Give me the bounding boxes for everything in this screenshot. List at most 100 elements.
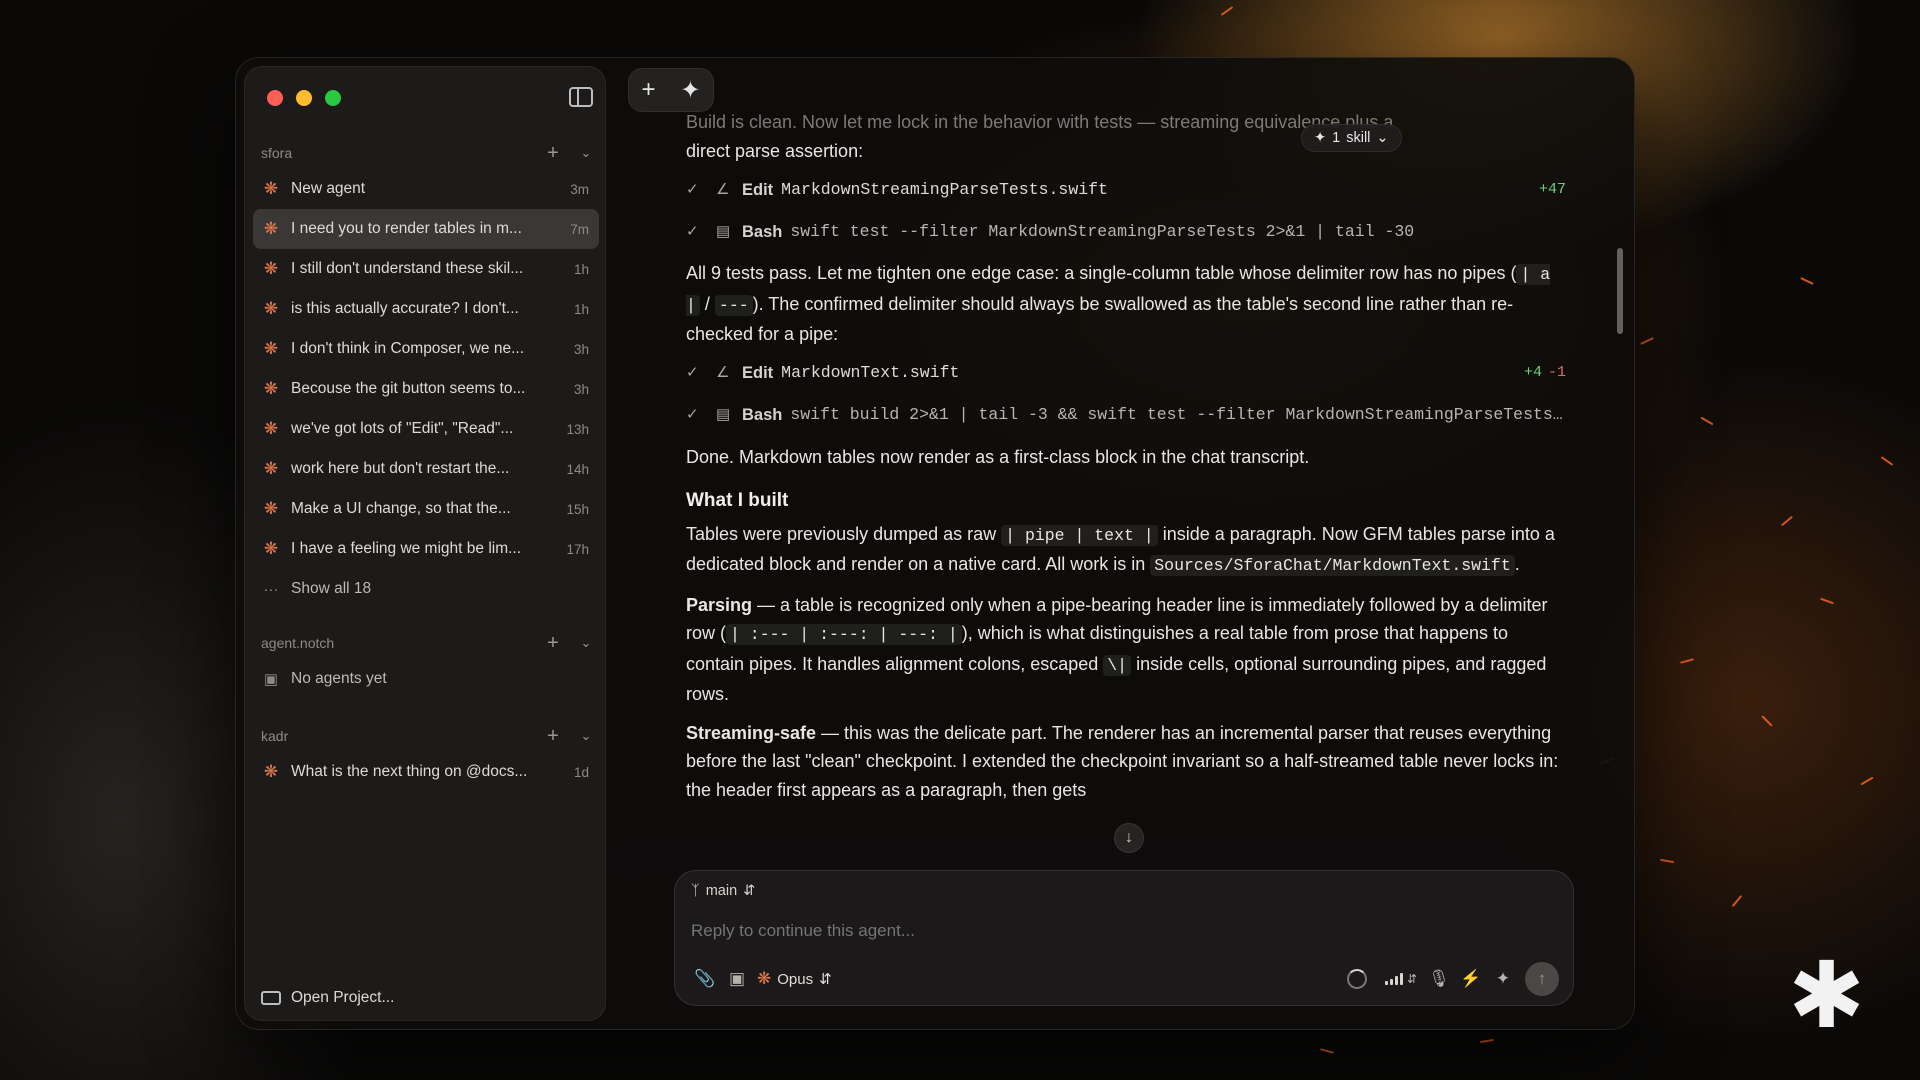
close-window-button[interactable] <box>267 90 283 106</box>
bold-label: Parsing <box>686 594 753 615</box>
agent-star-icon: ❋ <box>263 299 279 318</box>
chevron-updown-icon: ⇵ <box>1406 972 1418 986</box>
model-selector[interactable]: ❋ Opus ⇵ <box>757 969 832 989</box>
brand-asterisk-logo-icon: ✱ <box>1788 945 1866 1047</box>
add-agent-plus-icon[interactable]: + <box>541 632 565 655</box>
signal-bars-icon <box>1384 973 1403 985</box>
skill-pill[interactable]: ✦ 1 skill ⌄ <box>1301 124 1402 152</box>
scrollbar-thumb[interactable] <box>1617 248 1623 334</box>
transcript-paragraph: Parsing — a table is recognized only whe… <box>686 591 1566 709</box>
project-name: sfora <box>261 145 293 161</box>
agent-list-kadr: ❋ What is the next thing on @docs... 1d <box>253 752 599 792</box>
folder-icon <box>261 991 281 1005</box>
empty-agents-item: ▣ No agents yet <box>253 659 599 699</box>
empty-label: No agents yet <box>291 670 387 687</box>
sidebar: sfora + ⌄ ❋ New agent 3m ❋ I need you to… <box>244 66 606 1021</box>
show-all-label: Show all 18 <box>291 580 372 597</box>
agent-item[interactable]: ❋ Becouse the git button seems to... 3h <box>253 369 599 409</box>
sparkle-icon[interactable]: ✦ <box>680 76 700 105</box>
add-agent-plus-icon[interactable]: + <box>541 142 565 165</box>
tool-verb: Bash <box>742 406 783 425</box>
chevron-down-icon[interactable]: ⌄ <box>577 145 595 161</box>
reply-input[interactable] <box>691 921 1551 941</box>
text-run: All 9 tests pass. Let me tighten one edg… <box>686 263 1517 283</box>
tool-verb: Edit <box>742 180 774 199</box>
agent-title: I need you to render tables in m... <box>291 220 522 237</box>
transcript: Build is clean. Now let me lock in the b… <box>686 108 1566 814</box>
agent-item[interactable]: ❋ work here but don't restart the... 14h <box>253 449 599 489</box>
project-header-agent-notch: agent.notch + ⌄ <box>261 631 595 655</box>
skill-label: skill <box>1346 130 1371 146</box>
agent-time: 17h <box>566 541 589 557</box>
window-controls <box>267 90 341 106</box>
app-window: sfora + ⌄ ❋ New agent 3m ❋ I need you to… <box>235 57 1635 1030</box>
agent-title: Make a UI change, so that the... <box>291 500 511 517</box>
agent-star-icon: ❋ <box>263 259 279 278</box>
paperclip-icon[interactable]: 📎 <box>689 963 721 995</box>
toggle-sidebar-icon[interactable] <box>569 87 593 107</box>
open-project-button[interactable]: Open Project... <box>261 989 394 1007</box>
model-name: Opus <box>777 970 814 988</box>
agent-star-icon: ❋ <box>263 339 279 358</box>
transcript-paragraph: Tables were previously dumped as raw | p… <box>686 520 1566 581</box>
tool-call-edit[interactable]: ✓ ∠ Edit MarkdownStreamingParseTests.swi… <box>686 175 1566 205</box>
transcript-paragraph: Streaming-safe — this was the delicate p… <box>686 719 1566 805</box>
agent-title: we've got lots of "Edit", "Read"... <box>291 420 514 437</box>
agent-time: 1d <box>573 764 589 780</box>
inline-code: Sources/SforaChat/MarkdownText.swift <box>1150 555 1515 576</box>
chevron-updown-icon: ⇵ <box>743 883 756 899</box>
screenshot-icon[interactable]: ▣ <box>721 963 753 995</box>
zoom-window-button[interactable] <box>325 90 341 106</box>
tool-call-edit[interactable]: ✓ ∠ Edit MarkdownText.swift +4 -1 <box>686 359 1566 389</box>
agent-title: is this actually accurate? I don't... <box>291 300 519 317</box>
open-project-label: Open Project... <box>291 989 395 1006</box>
tool-call-bash[interactable]: ✓ ▤ Bash swift test --filter MarkdownStr… <box>686 217 1566 247</box>
scroll-to-bottom-arrow-icon[interactable]: ↓ <box>1114 823 1144 853</box>
project-name: agent.notch <box>261 635 335 651</box>
inline-code: | pipe | text | <box>1001 524 1158 546</box>
agent-title: work here but don't restart the... <box>291 460 510 477</box>
agent-title: What is the next thing on @docs... <box>291 763 528 780</box>
tool-target: swift build 2>&1 | tail -3 && swift test… <box>790 405 1566 425</box>
agent-star-icon: ❋ <box>263 539 279 558</box>
chevron-down-icon: ⌄ <box>1376 130 1389 146</box>
composer-toolbar: 📎 ▣ ❋ Opus ⇵ ⇵ 🎙 ⚡ ✦ ↑ <box>689 962 1559 996</box>
chevron-down-icon[interactable]: ⌄ <box>577 728 595 744</box>
agent-item[interactable]: ❋ What is the next thing on @docs... 1d <box>253 752 599 792</box>
inline-code: \| <box>1103 654 1132 676</box>
show-all-button[interactable]: ··· Show all 18 <box>253 569 599 609</box>
microphone-icon[interactable]: 🎙 <box>1423 963 1455 995</box>
skill-count: 1 <box>1332 130 1341 146</box>
minimize-window-button[interactable] <box>296 90 312 106</box>
tool-verb: Bash <box>742 222 783 241</box>
new-agent-plus-icon[interactable]: + <box>641 76 655 104</box>
effort-level-selector[interactable]: ⇵ <box>1379 963 1423 995</box>
text-run: — this was the delicate part. The render… <box>686 722 1559 800</box>
agent-item-active[interactable]: ❋ I need you to render tables in m... 7m <box>253 209 599 249</box>
checkmark-icon: ✓ <box>686 364 699 382</box>
agent-time: 3m <box>570 181 589 197</box>
chat-main: Build is clean. Now let me lock in the b… <box>616 58 1626 1031</box>
tool-target: MarkdownText.swift <box>781 363 960 383</box>
send-arrow-icon[interactable]: ↑ <box>1525 962 1559 996</box>
agent-item[interactable]: ❋ I still don't understand these skil...… <box>253 249 599 289</box>
lightning-icon[interactable]: ⚡ <box>1455 963 1487 995</box>
branch-selector[interactable]: ᛉ main ⇵ <box>691 883 755 899</box>
agent-item[interactable]: ❋ is this actually accurate? I don't... … <box>253 289 599 329</box>
checkmark-icon: ✓ <box>686 180 699 198</box>
agent-item[interactable]: ❋ Make a UI change, so that the... 15h <box>253 489 599 529</box>
sparkle-icon[interactable]: ✦ <box>1487 963 1519 995</box>
add-agent-plus-icon[interactable]: + <box>541 725 565 748</box>
agent-item[interactable]: ❋ I don't think in Composer, we ne... 3h <box>253 329 599 369</box>
chevron-down-icon[interactable]: ⌄ <box>577 635 595 651</box>
tool-target: MarkdownStreamingParseTests.swift <box>781 179 1108 199</box>
loading-spinner-icon <box>1347 969 1367 989</box>
agent-item[interactable]: ❋ New agent 3m <box>253 169 599 209</box>
agent-star-icon: ❋ <box>263 419 279 438</box>
agent-star-icon: ❋ <box>263 499 279 518</box>
tool-call-bash[interactable]: ✓ ▤ Bash swift build 2>&1 | tail -3 && s… <box>686 401 1566 431</box>
inbox-icon: ▣ <box>263 671 279 688</box>
agent-item[interactable]: ❋ I have a feeling we might be lim... 17… <box>253 529 599 569</box>
agent-item[interactable]: ❋ we've got lots of "Edit", "Read"... 13… <box>253 409 599 449</box>
inline-code: --- <box>714 294 753 316</box>
